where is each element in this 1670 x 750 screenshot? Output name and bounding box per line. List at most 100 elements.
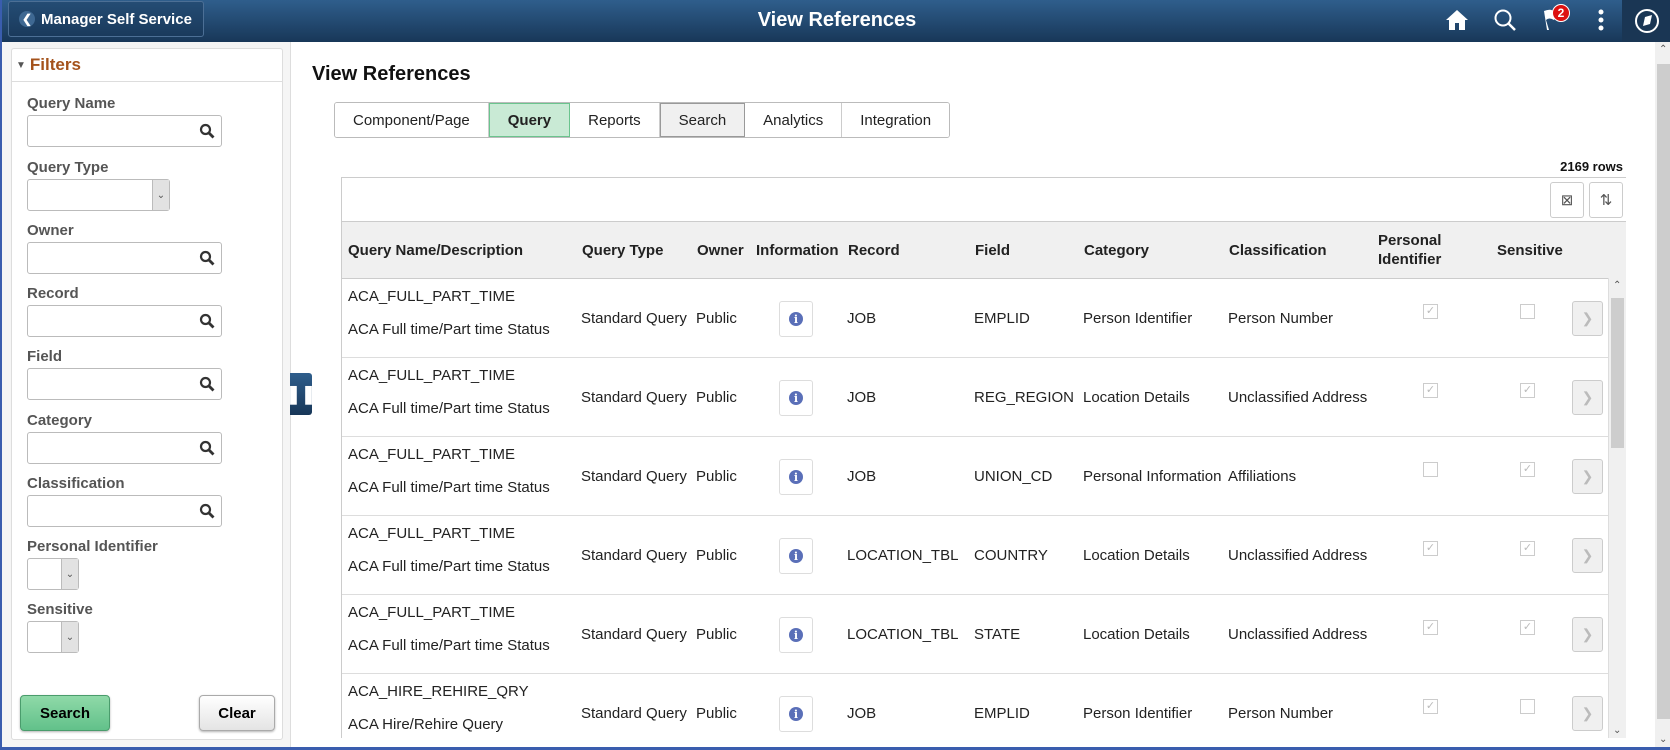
scroll-down-icon[interactable]: ⌄ [1613, 725, 1621, 736]
field: COUNTRY [974, 546, 1048, 564]
owner-label: Owner [27, 222, 74, 239]
notification-flag-icon[interactable]: 2 [1538, 4, 1570, 34]
owner: Public [696, 546, 737, 564]
col-record[interactable]: Record [848, 222, 900, 278]
col-category[interactable]: Category [1084, 222, 1149, 278]
home-icon[interactable] [1442, 6, 1472, 34]
classification: Person Number [1228, 704, 1334, 722]
scroll-up-icon[interactable]: ⌃ [1659, 44, 1667, 55]
field: REG_REGION [974, 388, 1075, 406]
chevron-right-icon: ❯ [1581, 626, 1594, 642]
personal-identifier-checkbox: ✓ [1423, 383, 1438, 398]
col-classification[interactable]: Classification [1229, 222, 1327, 278]
col-personal-identifier[interactable]: Personal Identifier [1378, 222, 1448, 278]
collapse-triangle-icon: ▼ [16, 59, 26, 71]
tab-reports[interactable]: Reports [570, 103, 660, 137]
record: LOCATION_TBL [847, 625, 959, 643]
chevron-down-icon: ⌄ [61, 559, 78, 589]
tab-component-page[interactable]: Component/Page [335, 103, 489, 137]
query-name: ACA_FULL_PART_TIME [348, 525, 515, 542]
collapse-panel-button[interactable]: ❚❚ [286, 373, 316, 415]
information-button[interactable]: i [779, 459, 813, 495]
record-label: Record [27, 285, 79, 302]
tab-analytics[interactable]: Analytics [745, 103, 843, 137]
row-detail-button[interactable]: ❯ [1572, 459, 1603, 494]
record: JOB [847, 309, 877, 327]
sensitive-checkbox: ✓ [1520, 383, 1535, 398]
navbar-button[interactable] [1622, 0, 1670, 42]
col-sensitive[interactable]: Sensitive [1497, 222, 1563, 278]
field-input[interactable] [27, 368, 222, 400]
back-button-label: Manager Self Service [41, 10, 192, 28]
lookup-icon[interactable] [199, 440, 215, 461]
personal-identifier-select[interactable]: ⌄ [27, 558, 79, 590]
row-detail-button[interactable]: ❯ [1572, 380, 1603, 415]
field-label: Field [27, 348, 63, 365]
search-button[interactable]: Search [20, 695, 110, 731]
clear-button[interactable]: Clear [199, 695, 275, 731]
information-button[interactable]: i [779, 696, 813, 732]
search-icon[interactable] [1490, 6, 1520, 34]
record-input[interactable] [27, 305, 222, 337]
grid-scroll-thumb[interactable] [1611, 298, 1624, 448]
query-type: Standard Query [581, 388, 687, 406]
row-count: 2169 rows [1560, 159, 1623, 174]
navbar-compass-icon [1635, 9, 1659, 33]
lookup-icon[interactable] [199, 123, 215, 144]
lookup-icon[interactable] [199, 250, 215, 271]
actions-menu-icon[interactable] [1586, 6, 1616, 34]
tab-query[interactable]: Query [488, 103, 571, 137]
reference-tabs: Component/Page Query Reports Search Anal… [334, 102, 951, 138]
page-scroll-thumb[interactable] [1657, 64, 1670, 719]
back-button[interactable]: ❮ Manager Self Service [8, 1, 204, 37]
scroll-down-icon[interactable]: ⌄ [1659, 734, 1667, 745]
category: Person Identifier [1083, 704, 1193, 722]
filters-panel: ▼ Filters Query Name Query Type ⌄ Owner … [11, 48, 283, 740]
lookup-icon[interactable] [199, 503, 215, 524]
category: Person Identifier [1083, 309, 1193, 327]
row-detail-button[interactable]: ❯ [1572, 617, 1603, 652]
sensitive-select[interactable]: ⌄ [27, 621, 79, 653]
scroll-up-icon[interactable]: ⌃ [1613, 280, 1621, 291]
notification-badge: 2 [1552, 4, 1570, 22]
owner: Public [696, 388, 737, 406]
owner: Public [696, 309, 737, 327]
download-excel-button[interactable]: ⊠ [1550, 182, 1584, 218]
information-button[interactable]: i [779, 301, 813, 337]
tab-integration[interactable]: Integration [842, 103, 950, 137]
page-title: View References [312, 63, 471, 85]
information-button[interactable]: i [779, 380, 813, 416]
record: JOB [847, 467, 877, 485]
row-detail-button[interactable]: ❯ [1572, 301, 1603, 336]
information-button[interactable]: i [779, 538, 813, 574]
query-name: ACA_FULL_PART_TIME [348, 446, 515, 463]
col-owner[interactable]: Owner [697, 222, 744, 278]
lookup-icon[interactable] [199, 313, 215, 334]
query-type-label: Query Type [27, 159, 109, 176]
query-name-input[interactable] [27, 115, 222, 147]
col-query-type[interactable]: Query Type [582, 222, 663, 278]
row-detail-button[interactable]: ❯ [1572, 696, 1603, 731]
field: UNION_CD [974, 467, 1053, 485]
owner-input[interactable] [27, 242, 222, 274]
classification: Unclassified Address [1228, 388, 1368, 406]
grid-scrollbar[interactable]: ⌃ ⌄ [1608, 278, 1626, 738]
sensitive-checkbox: ✓ [1520, 462, 1535, 477]
owner: Public [696, 704, 737, 722]
classification-input[interactable] [27, 495, 222, 527]
col-field[interactable]: Field [975, 222, 1010, 278]
category-input[interactable] [27, 432, 222, 464]
page-scrollbar[interactable]: ⌃ ⌄ [1655, 42, 1670, 747]
info-icon: i [789, 470, 803, 484]
sort-button[interactable]: ⇅ [1589, 182, 1623, 218]
row-detail-button[interactable]: ❯ [1572, 538, 1603, 573]
information-button[interactable]: i [779, 617, 813, 653]
col-query-name[interactable]: Query Name/Description [348, 222, 523, 278]
query-description: ACA Full time/Part time Status [348, 400, 550, 417]
tab-search[interactable]: Search [659, 103, 746, 137]
table-row: ACA_HIRE_REHIRE_QRY ACA Hire/Rehire Query… [342, 674, 1608, 738]
lookup-icon[interactable] [199, 376, 215, 397]
query-type-select[interactable]: ⌄ [27, 179, 170, 211]
filters-header[interactable]: ▼ Filters [12, 49, 282, 82]
grid-header: Query Name/Description Query Type Owner … [342, 222, 1626, 279]
